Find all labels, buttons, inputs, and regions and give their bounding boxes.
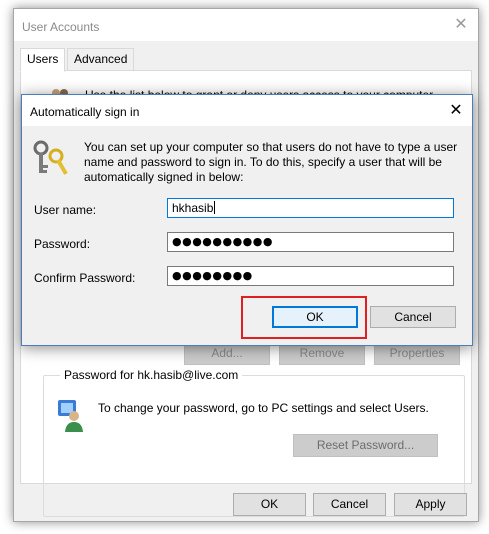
user-password-icon — [58, 400, 83, 432]
username-value: hkhasib — [172, 201, 214, 215]
auto-signin-description: You can set up your computer so that use… — [84, 140, 458, 184]
password-field[interactable]: ●●●●●●●●●● — [167, 232, 454, 252]
cancel-button[interactable]: Cancel — [370, 306, 456, 328]
password-instructions: To change your password, go to PC settin… — [98, 401, 429, 415]
password-group-legend: Password for hk.hasib@live.com — [60, 368, 243, 382]
close-icon[interactable]: ✕ — [452, 16, 470, 34]
reset-password-button[interactable]: Reset Password... — [293, 434, 438, 457]
text-caret — [214, 201, 216, 214]
cancel-button[interactable]: Cancel — [313, 493, 386, 516]
auto-signin-title: Automatically sign in — [30, 105, 140, 119]
user-accounts-titlebar: User Accounts ✕ — [14, 9, 478, 41]
confirm-password-label: Confirm Password: — [34, 271, 136, 285]
confirm-password-field[interactable]: ●●●●●●●● — [167, 266, 454, 286]
username-label: User name: — [34, 203, 97, 217]
tab-users[interactable]: Users — [20, 48, 66, 72]
auto-signin-titlebar: Automatically sign in ✕ — [22, 95, 472, 126]
close-icon[interactable]: ✕ — [446, 101, 466, 121]
tab-advanced[interactable]: Advanced — [67, 48, 135, 71]
ok-button[interactable]: OK — [272, 306, 358, 328]
keys-icon — [33, 140, 68, 175]
password-label: Password: — [34, 237, 91, 251]
ok-button[interactable]: OK — [233, 493, 306, 516]
user-accounts-title: User Accounts — [22, 20, 100, 34]
apply-button[interactable]: Apply — [394, 493, 467, 516]
auto-signin-dialog: Automatically sign in ✕ You can set up y… — [21, 94, 473, 346]
username-field[interactable]: hkhasib — [167, 198, 454, 218]
